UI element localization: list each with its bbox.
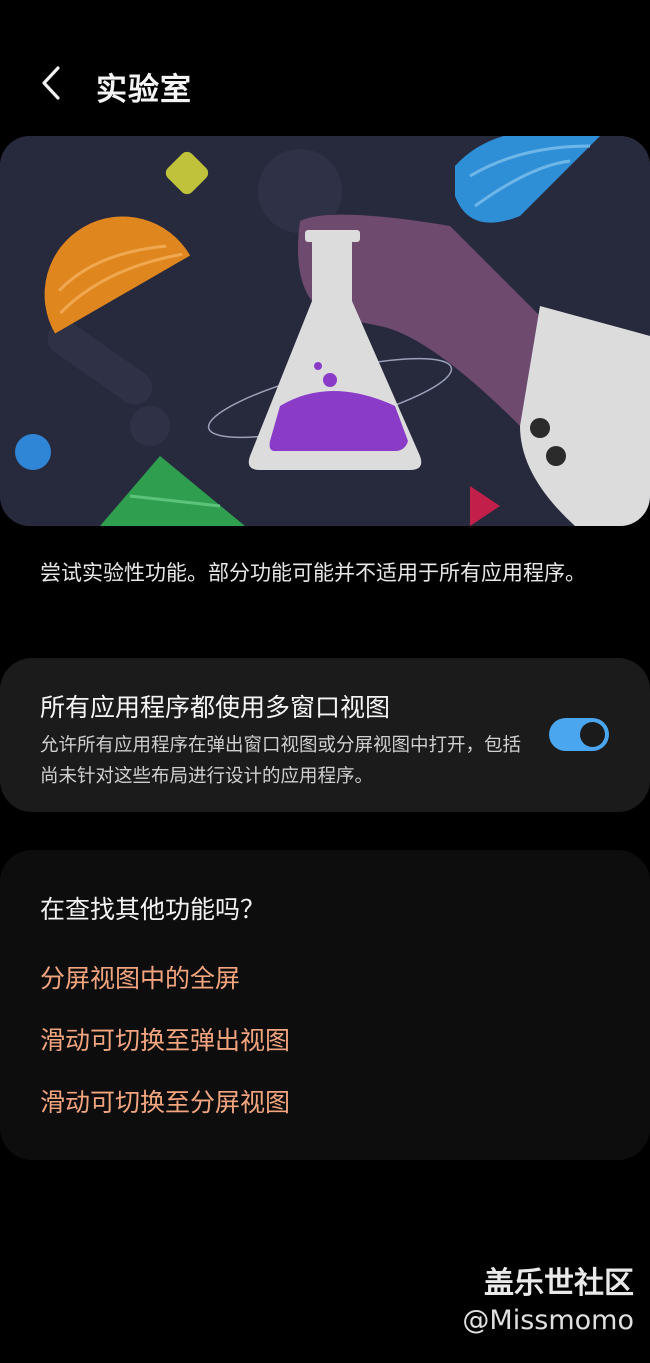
toggle-knob [580, 722, 605, 747]
watermark-user: @Missmomo [462, 1305, 634, 1336]
app-header: 实验室 [0, 50, 650, 120]
link-swipe-split[interactable]: 滑动可切换至分屏视图 [40, 1083, 290, 1119]
more-features-title: 在查找其他功能吗？ [40, 895, 266, 924]
more-features-card: 在查找其他功能吗？ 分屏视图中的全屏 滑动可切换至弹出视图 滑动可切换至分屏视图 [0, 850, 650, 1160]
link-fullscreen-split[interactable]: 分屏视图中的全屏 [40, 959, 240, 995]
chevron-left-icon[interactable] [34, 64, 74, 104]
link-swipe-popup[interactable]: 滑动可切换至弹出视图 [40, 1021, 290, 1057]
option-description: 允许所有应用程序在弹出窗口视图或分屏视图中打开，包括尚未针对这些布局进行设计的应… [40, 735, 522, 787]
labs-illustration [0, 136, 650, 526]
multiwindow-toggle[interactable] [549, 718, 609, 751]
option-title: 所有应用程序都使用多窗口视图 [40, 693, 391, 722]
multiwindow-option[interactable]: 所有应用程序都使用多窗口视图 允许所有应用程序在弹出窗口视图或分屏视图中打开，包… [0, 658, 650, 812]
watermark-site: 盖乐世社区 [484, 1266, 634, 1301]
intro-text: 尝试实验性功能。部分功能可能并不适用于所有应用程序。 [40, 561, 586, 585]
page-title: 实验室 [96, 72, 192, 108]
